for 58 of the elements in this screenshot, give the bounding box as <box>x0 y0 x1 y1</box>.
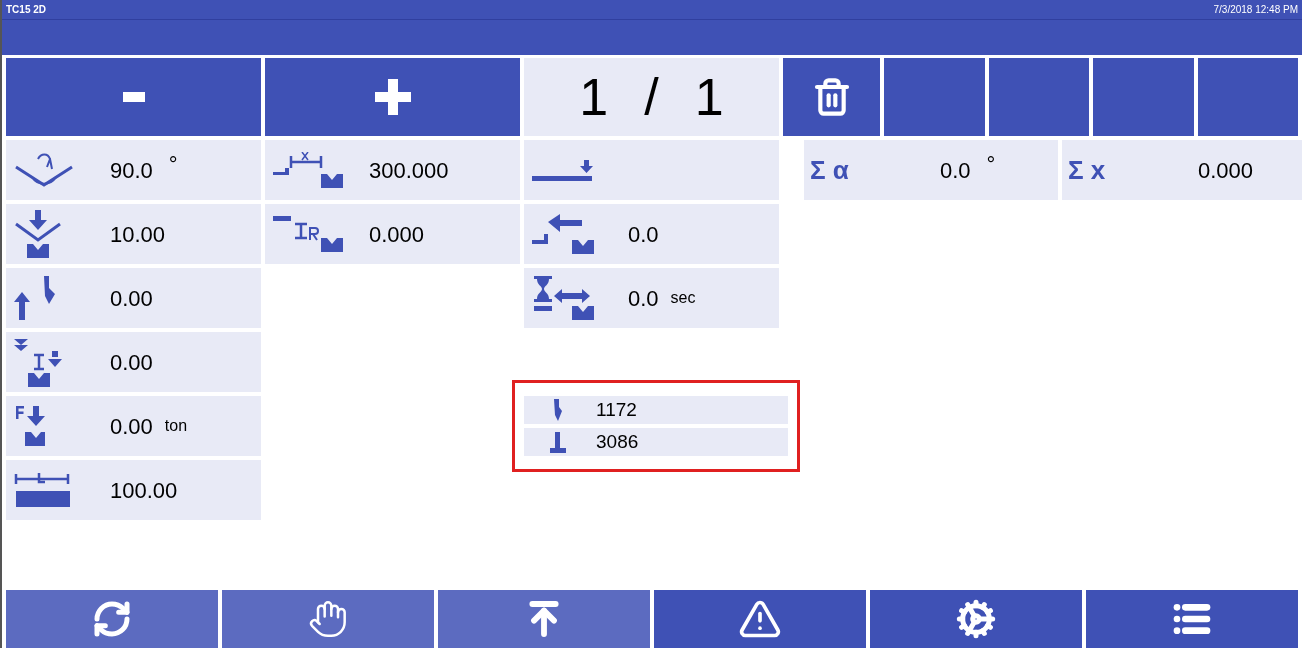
nav-button[interactable] <box>6 590 218 648</box>
total-value: 0.0 <box>940 156 971 185</box>
parameter-value: 0.000 <box>369 220 425 249</box>
current-step: 1 <box>579 58 609 136</box>
nav-button[interactable] <box>1086 590 1298 648</box>
date-time: 7/3/2018 12:48 PM <box>1213 3 1298 17</box>
parameter-cell[interactable]: 10.00 <box>6 204 261 264</box>
nav-button[interactable] <box>870 590 1082 648</box>
parameter-cell[interactable]: 100.00 <box>6 460 261 520</box>
unit-label: ° <box>986 150 996 179</box>
parameter-value: 90.0 <box>110 156 153 185</box>
increase-button[interactable] <box>265 58 520 136</box>
step-separator: / <box>644 67 659 128</box>
angle-icon <box>14 153 74 187</box>
parameter-cell[interactable] <box>524 140 779 200</box>
counter-value: 1172 <box>596 397 637 422</box>
parameter-cell[interactable]: 0.0 <box>524 204 779 264</box>
refresh-icon <box>92 599 132 639</box>
unit-label: ° <box>168 150 178 179</box>
total-symbol: Σ x <box>1068 153 1107 187</box>
unit-label: ton <box>164 416 188 436</box>
parameter-value: 0.0 <box>628 220 659 249</box>
settings-icon <box>956 599 996 639</box>
parameter-cell[interactable]: 300.000 <box>265 140 520 200</box>
unit-label: sec <box>670 288 696 308</box>
parameter-cell[interactable]: 0.00 ton <box>6 396 261 456</box>
total-symbol: Σ α <box>810 153 850 187</box>
plus-icon <box>374 79 411 115</box>
parameter-cell[interactable]: 0.00 <box>6 268 261 328</box>
speed-change-icon <box>14 337 62 387</box>
sheet-length-icon <box>14 473 70 507</box>
delete-button[interactable] <box>783 58 880 136</box>
total-value: 0.000 <box>1198 156 1254 185</box>
nav-button[interactable] <box>222 590 434 648</box>
parameter-value: 100.00 <box>110 476 178 505</box>
parameter-cell[interactable]: 0.00 <box>6 332 261 392</box>
punch-icon <box>554 399 562 421</box>
nav-button[interactable] <box>654 590 866 648</box>
parameter-cell[interactable]: 90.0 ° <box>6 140 261 200</box>
parameter-value: 0.0 <box>628 284 659 313</box>
counter-value: 3086 <box>596 429 639 454</box>
minus-icon <box>122 92 145 102</box>
total-steps: 1 <box>694 58 724 136</box>
stop-icon <box>532 159 593 181</box>
parameter-cell[interactable]: 0.0 sec <box>524 268 779 328</box>
parameter-value: 0.00 <box>110 412 153 441</box>
die-icon <box>550 431 566 453</box>
force-icon <box>14 406 45 446</box>
window-title: TC15 2D <box>6 3 46 17</box>
parameter-value: 0.00 <box>110 348 153 377</box>
hand-icon <box>308 599 348 639</box>
nav-button[interactable] <box>438 590 650 648</box>
parameter-value: 10.00 <box>110 220 166 249</box>
punch-opening-icon <box>14 276 55 320</box>
parameter-value: 0.00 <box>110 284 153 313</box>
parameter-cell[interactable]: 0.000 <box>265 204 520 264</box>
parameter-value: 300.000 <box>369 156 449 185</box>
bend-depth-icon <box>14 210 62 258</box>
